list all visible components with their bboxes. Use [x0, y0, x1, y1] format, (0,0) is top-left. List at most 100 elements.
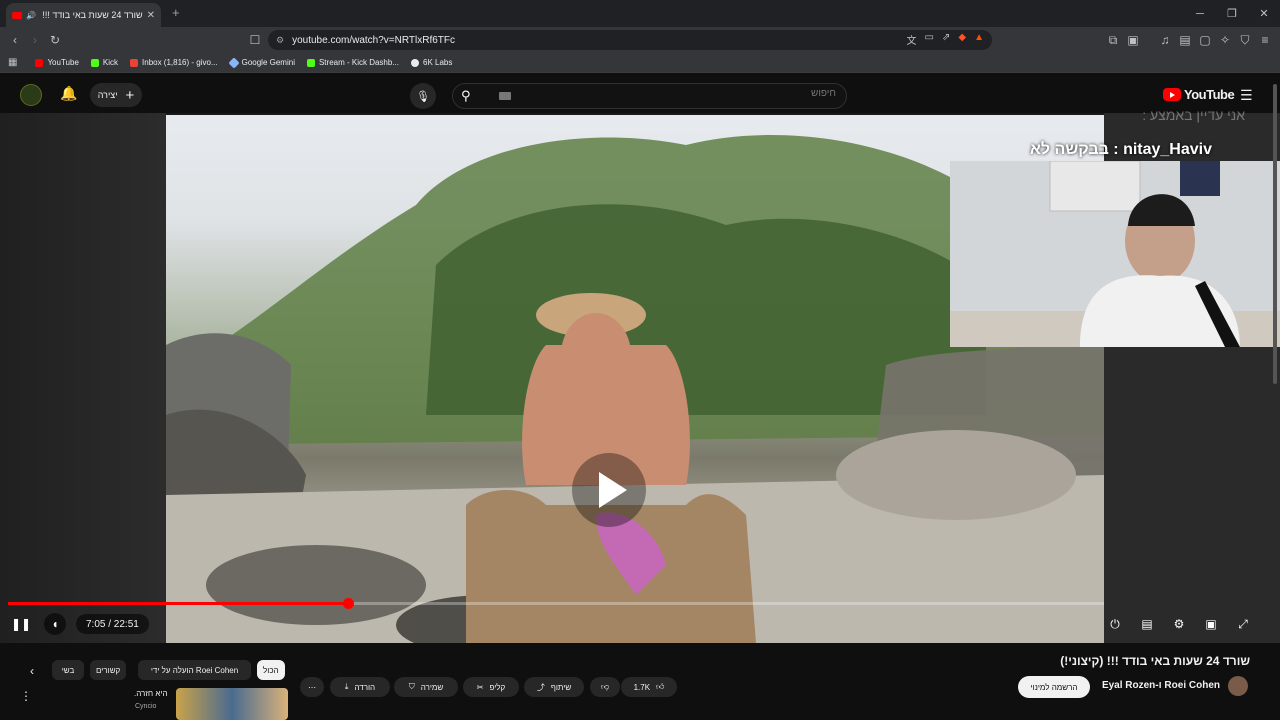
brave-rewards-icon[interactable]: ▲: [974, 32, 984, 47]
close-tab-icon[interactable]: ✕: [147, 10, 155, 21]
settings-gear-icon[interactable]: ⚙: [1169, 613, 1189, 635]
media-icon[interactable]: ♫: [1156, 31, 1174, 49]
like-button[interactable]: 👍︎ 1.7K: [621, 677, 677, 697]
cast-icon[interactable]: ▭: [925, 32, 934, 47]
volume-icon[interactable]: ◖: [44, 613, 66, 635]
brave-shield-icon[interactable]: ◆: [958, 32, 966, 47]
recommendation-menu-icon[interactable]: ⋮: [20, 689, 32, 703]
address-bar[interactable]: ⚙ youtube.com/watch?v=NRTlxRf6TFc 文 ▭ ⇗ …: [268, 30, 992, 50]
pause-icon[interactable]: ❚❚: [11, 613, 31, 635]
bookmark-gemini[interactable]: Google Gemini: [227, 56, 295, 69]
site-info-icon[interactable]: ⚙: [276, 35, 284, 46]
chip-related[interactable]: קשורים: [90, 660, 127, 680]
account-avatar[interactable]: [20, 84, 42, 106]
progress-fill: [8, 602, 348, 605]
video-player[interactable]: אני עדיין באמצע : nitay_Haviv : בבקשה לא…: [0, 107, 1280, 643]
bookmark-label: Inbox (1,816) - givo...: [142, 58, 218, 67]
wallet-icon[interactable]: ▢: [1196, 31, 1214, 49]
back-icon[interactable]: ‹: [6, 31, 24, 49]
extensions-icon[interactable]: ⧉: [1104, 31, 1122, 49]
save-button[interactable]: שמירה ⛉: [394, 677, 458, 697]
streamer-webcam-overlay: [950, 161, 1280, 347]
window-controls: ─ ❐ ✕: [1184, 0, 1280, 27]
download-label: הורדה: [354, 682, 376, 692]
subtitles-icon[interactable]: ▤: [1137, 613, 1157, 635]
page-scrollbar[interactable]: [1272, 82, 1278, 712]
like-count: 1.7K: [633, 682, 651, 692]
autoplay-toggle-icon[interactable]: ⏻: [1103, 613, 1127, 635]
channel-name[interactable]: Eyal Rozen-ו Roei Cohen: [1102, 680, 1220, 691]
menu-icon[interactable]: ≡: [1256, 31, 1274, 49]
youtube-logo-icon: [1163, 88, 1181, 101]
guide-menu-icon[interactable]: ☰: [1240, 87, 1253, 104]
download-button[interactable]: הורדה ⤓: [330, 677, 390, 697]
time-display: 7:05 / 22:51: [76, 614, 149, 634]
keyboard-icon[interactable]: [499, 92, 511, 100]
recommendation-channel[interactable]: Cyncio: [135, 703, 156, 710]
chip-recent[interactable]: בשי: [52, 660, 84, 680]
progress-bar[interactable]: [8, 598, 1104, 609]
bookmark-kick-dashboard[interactable]: Stream - Kick Dashb...: [306, 58, 399, 67]
bookmark-label: Stream - Kick Dashb...: [318, 58, 399, 67]
more-actions-button[interactable]: ⋯: [300, 677, 324, 697]
recommendation-title[interactable]: היא חזרה.: [134, 689, 168, 698]
chip-all[interactable]: הכול: [257, 660, 285, 680]
youtube-favicon-icon: [12, 11, 22, 19]
save-label: שמירה: [420, 682, 444, 692]
minimize-icon[interactable]: ─: [1184, 0, 1216, 27]
clip-label: קליפ: [489, 682, 506, 692]
subscribe-button[interactable]: הרשמה למינוי: [1018, 676, 1090, 698]
share-button[interactable]: שיתוף ⤴: [524, 677, 584, 697]
gemini-bookmark-icon: [227, 56, 240, 69]
kick-bookmark-icon: [90, 58, 99, 67]
new-tab-icon[interactable]: +: [172, 5, 180, 20]
webcam-scene: [950, 161, 1280, 347]
bookmark-label: Kick: [102, 58, 119, 67]
sidebar-icon[interactable]: ▤: [1176, 31, 1194, 49]
scrollbar-thumb[interactable]: [1273, 84, 1277, 384]
notifications-bell-icon[interactable]: 🔔: [60, 85, 77, 102]
channel-avatar[interactable]: [1228, 676, 1248, 696]
recommendation-thumbnail[interactable]: [176, 688, 288, 720]
screenshot-icon[interactable]: ▣: [1124, 31, 1142, 49]
bookmark-label: Google Gemini: [241, 58, 295, 67]
scrubber-handle[interactable]: [342, 598, 354, 609]
kick-bookmark-icon: [306, 58, 315, 67]
create-button[interactable]: יצירה +: [90, 83, 142, 107]
search-icon[interactable]: ⚲: [461, 88, 471, 104]
reload-icon[interactable]: ↻: [46, 31, 64, 49]
video-title: שורד 24 שעות באי בודד !!! (קיצוני!): [1060, 654, 1250, 668]
leo-icon[interactable]: ✧: [1216, 31, 1234, 49]
bookmark-youtube[interactable]: YouTube: [35, 58, 79, 67]
close-window-icon[interactable]: ✕: [1248, 0, 1280, 27]
voice-search-button[interactable]: 🎙: [410, 83, 436, 109]
youtube-logo[interactable]: YouTube: [1163, 87, 1235, 102]
restore-icon[interactable]: ❐: [1216, 0, 1248, 27]
big-play-icon[interactable]: [572, 453, 646, 527]
bookmark-6k-labs[interactable]: 6K Labs: [411, 58, 452, 67]
bookmark-label: 6K Labs: [423, 58, 453, 67]
like-icon: 👍︎: [656, 682, 665, 691]
bookmark-inbox[interactable]: Inbox (1,816) - givo...: [130, 58, 218, 67]
share-icon[interactable]: ⇗: [942, 32, 950, 47]
share-label: שיתוף: [550, 682, 572, 692]
dislike-icon: 👎︎: [600, 682, 610, 691]
bookmark-icon[interactable]: ☐: [246, 31, 264, 49]
translate-icon[interactable]: 文: [907, 32, 917, 47]
fullscreen-icon[interactable]: ⤢: [1233, 613, 1253, 635]
apps-icon[interactable]: ▦: [8, 57, 17, 68]
audio-icon[interactable]: 🔊: [26, 11, 36, 20]
youtube-logo-text: YouTube: [1184, 87, 1235, 102]
dislike-button[interactable]: 👎︎: [590, 677, 620, 697]
clip-button[interactable]: קליפ ✂: [463, 677, 519, 697]
browser-tab[interactable]: 🔊 שורד 24 שעות באי בודד !!! (קי ✕: [6, 3, 161, 27]
chips-prev-icon[interactable]: ‹: [30, 664, 34, 678]
bookmark-kick[interactable]: Kick: [90, 58, 119, 67]
download-icon: ⤓: [344, 682, 349, 691]
search-input[interactable]: [536, 88, 836, 99]
vpn-icon[interactable]: ⛉: [1236, 31, 1254, 49]
miniplayer-icon[interactable]: ▣: [1201, 613, 1221, 635]
search-box[interactable]: ⚲: [452, 83, 847, 109]
forward-icon[interactable]: ›: [26, 31, 44, 49]
chip-uploaded-by[interactable]: הועלה על ידי Roei Cohen: [138, 660, 251, 680]
